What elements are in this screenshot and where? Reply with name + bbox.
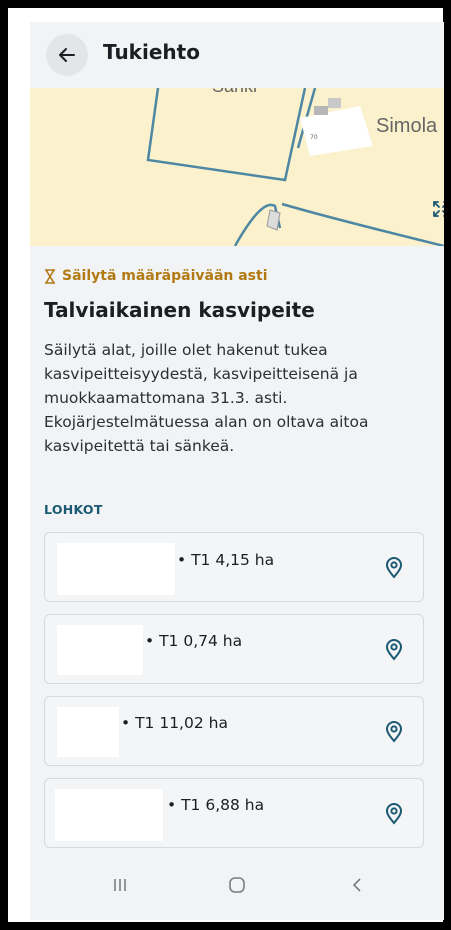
device-frame: Tukiehto 70 Sänki Simola bbox=[8, 8, 444, 922]
parcel-info: • T1 4,15 ha bbox=[177, 551, 275, 569]
condition-heading: Talviaikainen kasvipeite bbox=[44, 298, 315, 322]
parcel-card[interactable]: • T1 4,15 ha bbox=[44, 532, 424, 602]
parcel-card[interactable]: • T1 11,02 ha bbox=[44, 696, 424, 766]
top-app-bar: Tukiehto bbox=[30, 22, 444, 88]
parcel-info: • T1 0,74 ha bbox=[145, 632, 243, 650]
map-label-sanki: Sänki bbox=[212, 88, 257, 96]
location-pin-icon[interactable] bbox=[385, 639, 403, 661]
location-pin-icon[interactable] bbox=[385, 803, 403, 825]
parcel-info: • T1 6,88 ha bbox=[167, 796, 265, 814]
deadline-text: Säilytä määräpäivään asti bbox=[62, 268, 268, 284]
parcel-card[interactable]: • T1 6,88 ha bbox=[44, 778, 424, 848]
redacted-parcel-name bbox=[57, 707, 119, 757]
redacted-parcel-name bbox=[57, 543, 175, 595]
parcel-card[interactable]: • T1 0,74 ha bbox=[44, 614, 424, 684]
map-canvas: 70 Sänki Simola bbox=[146, 88, 444, 246]
hourglass-icon bbox=[45, 268, 55, 284]
redacted-parcel-name bbox=[57, 625, 143, 675]
location-pin-icon[interactable] bbox=[385, 557, 403, 579]
svg-text:70: 70 bbox=[310, 134, 318, 141]
map-label-simola: Simola bbox=[376, 115, 438, 137]
arrow-left-icon bbox=[59, 48, 75, 62]
condition-description: Säilytä alat, joille olet hakenut tukea … bbox=[44, 341, 369, 455]
parcel-info: • T1 11,02 ha bbox=[121, 714, 228, 732]
map-view[interactable]: 70 Sänki Simola bbox=[30, 88, 444, 246]
redacted-parcel-name bbox=[55, 789, 163, 841]
back-button[interactable] bbox=[46, 34, 88, 76]
recent-apps-icon[interactable] bbox=[112, 876, 128, 894]
app-screen: Tukiehto 70 Sänki Simola bbox=[30, 22, 444, 920]
deadline-badge: Säilytä määräpäivään asti bbox=[44, 268, 268, 284]
back-nav-icon[interactable] bbox=[350, 876, 364, 894]
system-navigation-bar bbox=[30, 858, 444, 920]
page-title: Tukiehto bbox=[103, 40, 200, 64]
expand-icon bbox=[433, 201, 444, 217]
home-icon[interactable] bbox=[228, 876, 246, 894]
location-pin-icon[interactable] bbox=[385, 721, 403, 743]
section-label-parcels: LOHKOT bbox=[44, 502, 103, 517]
